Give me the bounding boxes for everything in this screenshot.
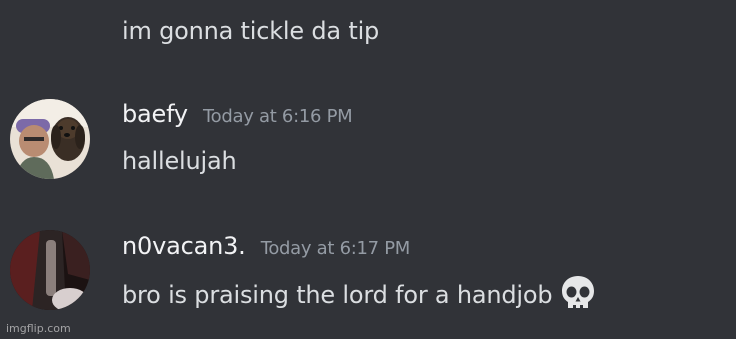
avatar-baefy[interactable] (10, 99, 90, 179)
message-header: baefy Today at 6:16 PM (122, 100, 353, 128)
message-text: hallelujah (122, 147, 237, 175)
timestamp: Today at 6:16 PM (203, 106, 353, 127)
message-text-content: bro is praising the lord for a handjob (122, 281, 553, 309)
message-text: im gonna tickle da tip (122, 17, 380, 45)
username[interactable]: n0vacan3. (122, 232, 246, 260)
timestamp: Today at 6:17 PM (260, 238, 411, 259)
skull-emoji-icon (558, 273, 598, 313)
avatar-baefy-image (10, 99, 90, 179)
username[interactable]: baefy (122, 100, 188, 128)
message-header: n0vacan3. Today at 6:17 PM (122, 232, 410, 260)
avatar-n0vacan3-image (10, 230, 90, 310)
watermark: imgflip.com (6, 322, 71, 335)
message-text: bro is praising the lord for a handjob (122, 276, 598, 316)
avatar-n0vacan3[interactable] (10, 230, 90, 310)
